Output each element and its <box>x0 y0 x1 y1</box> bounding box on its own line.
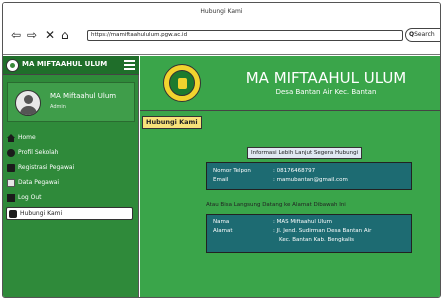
page-header: MA MIFTAAHUL ULUM Desa Bantan Air Kec. B… <box>140 56 440 111</box>
sidebar-item-label: Log Out <box>18 194 42 201</box>
browser-window: Hubungi Kami ⇦ ⇨ ✕ ⌂ https://mamiftaahul… <box>2 2 441 298</box>
address-line-1: : Jl. Jend. Sudirman Desa Bantan Air <box>273 228 372 234</box>
page-title: Hubungi Kami <box>142 116 202 129</box>
sidebar-item-registrasi-pegawai[interactable]: Registrasi Pegawai <box>3 160 139 175</box>
home-icon <box>7 133 15 142</box>
sidebar-item-log-out[interactable]: Log Out <box>3 190 139 205</box>
name-label: Nama <box>213 219 230 225</box>
address-label: Alamat <box>213 228 233 234</box>
avatar <box>15 90 41 116</box>
search-input[interactable]: QSearch <box>405 28 440 42</box>
sidebar-item-data-pegawai[interactable]: Data Pegawai <box>3 175 139 190</box>
sidebar-item-label: Hubungi Kami <box>20 210 63 217</box>
browser-chrome: Hubungi Kami ⇦ ⇨ ✕ ⌂ https://mamiftaahul… <box>3 3 440 55</box>
search-placeholder: Search <box>414 31 435 38</box>
phone-row: Nomor Telpon : 08176468797 <box>213 168 315 174</box>
name-row: Nama : MAS Miftaahul Ulum <box>213 219 332 225</box>
document-icon <box>7 178 15 187</box>
close-icon[interactable]: ✕ <box>45 29 55 41</box>
email-value: : mamubantan@gmail.com <box>273 177 348 183</box>
info-button[interactable]: Informasi Lebih Lanjut Segera Hubungi <box>247 147 363 159</box>
address-bar[interactable]: https://mamiftaahululum.pgw.ac.id <box>87 30 403 41</box>
phone-value: : 08176468797 <box>273 168 316 174</box>
address-line-2: Kec. Bantan Kab. Bengkalis <box>279 237 355 243</box>
address-box: Nama : MAS Miftaahul Ulum Alamat : Jl. Jen… <box>206 214 412 253</box>
hamburger-menu-icon[interactable] <box>124 60 135 70</box>
user-name: MA Miftaahul Ulum <box>50 92 117 100</box>
visit-note: Atau Bisa Langsung Datang ke Alamat Diba… <box>206 202 346 208</box>
phone-icon <box>9 209 17 218</box>
sidebar-brand: MA MIFTAAHUL ULUM <box>22 60 108 68</box>
name-value: : MAS Miftaahul Ulum <box>273 219 333 225</box>
edit-icon <box>7 163 15 172</box>
sidebar-menu: Home Profil Sekolah Registrasi Pegawai D… <box>3 130 139 220</box>
school-logo-icon <box>163 64 201 102</box>
address-row: Alamat : Jl. Jend. Sudirman Desa Bantan A… <box>213 228 371 234</box>
forward-icon[interactable]: ⇨ <box>27 29 37 41</box>
sidebar-item-hubungi-kami[interactable]: Hubungi Kami <box>6 207 133 220</box>
phone-label: Nomor Telpon <box>213 168 251 174</box>
logout-icon <box>7 193 15 202</box>
email-row: Email : mamubantan@gmail.com <box>213 177 348 183</box>
sidebar: MA MIFTAAHUL ULUM MA Miftaahul Ulum Admi… <box>3 56 139 297</box>
sidebar-item-profil-sekolah[interactable]: Profil Sekolah <box>3 145 139 160</box>
people-icon <box>7 148 15 157</box>
contact-box: Nomor Telpon : 08176468797 Email : mamuban… <box>206 162 412 190</box>
user-panel: MA Miftaahul Ulum Admin <box>7 82 135 122</box>
school-name: MA MIFTAAHUL ULUM <box>245 69 407 87</box>
window-title: Hubungi Kami <box>200 8 243 15</box>
school-logo-small-icon <box>6 59 19 72</box>
sidebar-item-home[interactable]: Home <box>3 130 139 145</box>
school-address: Desa Bantan Air Kec. Bantan <box>275 88 377 96</box>
user-role: Admin <box>50 104 66 110</box>
sidebar-header: MA MIFTAAHUL ULUM <box>3 56 139 75</box>
address-row-2: Kec. Bantan Kab. Bengkalis <box>213 237 354 243</box>
back-icon[interactable]: ⇦ <box>11 29 21 41</box>
sidebar-item-label: Data Pegawai <box>18 179 60 186</box>
main-content: Hubungi Kami Informasi Lebih Lanjut Sege… <box>140 111 440 297</box>
sidebar-item-label: Profil Sekolah <box>18 149 59 156</box>
sidebar-item-label: Registrasi Pegawai <box>18 164 75 171</box>
home-browser-icon[interactable]: ⌂ <box>61 29 69 41</box>
sidebar-item-label: Home <box>18 134 36 141</box>
email-label: Email <box>213 177 229 183</box>
